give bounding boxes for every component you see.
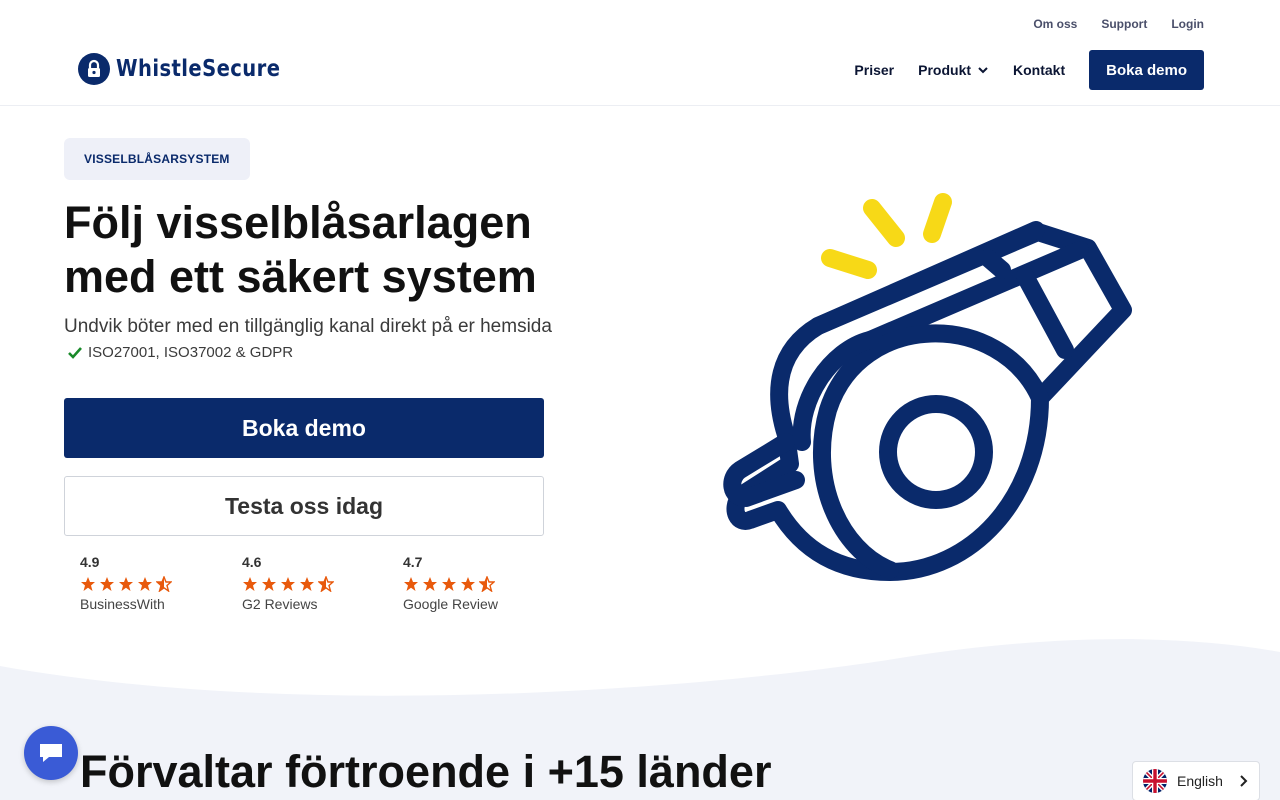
star-icon bbox=[119, 577, 133, 591]
rating-score: 4.9 bbox=[80, 554, 100, 570]
rating-google: 4.7 Google Review bbox=[403, 554, 498, 612]
rating-score: 4.6 bbox=[242, 554, 262, 570]
category-badge: VISSELBLÅSARSYSTEM bbox=[64, 138, 250, 180]
star-icon bbox=[318, 576, 334, 592]
book-demo-button[interactable]: Boka demo bbox=[64, 398, 544, 458]
star-icon bbox=[281, 577, 295, 591]
rating-source: Google Review bbox=[403, 596, 498, 612]
rating-stars bbox=[80, 576, 172, 592]
nav-kontakt-label: Kontakt bbox=[1013, 62, 1066, 78]
star-icon bbox=[404, 577, 418, 591]
hero-title-line2: med ett säkert system bbox=[64, 251, 537, 302]
star-icon bbox=[243, 577, 257, 591]
main-nav: Priser Produkt Kontakt Boka demo bbox=[854, 50, 1204, 90]
site-header: WhistleSecure Om oss Support Login Prise… bbox=[0, 0, 1280, 106]
whistle-illustration bbox=[723, 193, 1132, 581]
rating-score: 4.7 bbox=[403, 554, 423, 570]
language-selector[interactable]: English bbox=[1132, 761, 1260, 800]
link-login[interactable]: Login bbox=[1171, 17, 1204, 31]
header-demo-button[interactable]: Boka demo bbox=[1089, 50, 1204, 90]
header-demo-label: Boka demo bbox=[1106, 61, 1187, 79]
nav-produkt-label: Produkt bbox=[918, 62, 972, 78]
link-om-oss[interactable]: Om oss bbox=[1033, 17, 1077, 31]
link-support[interactable]: Support bbox=[1101, 17, 1147, 31]
section-title: Förvaltar förtroende i +15 länder bbox=[80, 746, 772, 797]
star-icon bbox=[442, 577, 456, 591]
chevron-right-icon bbox=[1240, 775, 1248, 787]
brand-name: WhistleSecure bbox=[116, 56, 281, 82]
try-us-button[interactable]: Testa oss idag bbox=[64, 476, 544, 536]
language-label: English bbox=[1177, 773, 1223, 789]
star-icon bbox=[461, 577, 475, 591]
hero-title: Följ visselblåsarlagen med ett säkert sy… bbox=[64, 196, 664, 304]
rating-stars bbox=[242, 576, 334, 592]
uk-flag-icon bbox=[1143, 769, 1167, 793]
chat-icon bbox=[40, 744, 62, 762]
star-icon bbox=[262, 577, 276, 591]
compliance-note: ISO27001, ISO37002 & GDPR bbox=[68, 344, 293, 361]
hero-title-line1: Följ visselblåsarlagen bbox=[64, 197, 532, 248]
compliance-text: ISO27001, ISO37002 & GDPR bbox=[88, 344, 294, 361]
rating-g2: 4.6 G2 Reviews bbox=[242, 554, 334, 612]
chevron-down-icon bbox=[978, 67, 988, 74]
rating-source: G2 Reviews bbox=[242, 596, 318, 612]
nav-kontakt[interactable]: Kontakt bbox=[1013, 62, 1065, 78]
rating-businesswith: 4.9 BusinessWith bbox=[80, 554, 172, 612]
rating-source: BusinessWith bbox=[80, 596, 165, 612]
nav-produkt[interactable]: Produkt bbox=[918, 62, 989, 78]
star-icon bbox=[300, 577, 314, 591]
star-icon bbox=[100, 577, 114, 591]
logo[interactable]: WhistleSecure bbox=[78, 53, 309, 85]
star-icon bbox=[156, 576, 172, 592]
nav-priser[interactable]: Priser bbox=[854, 62, 894, 78]
star-icon bbox=[423, 577, 437, 591]
hero-subtitle: Undvik böter med en tillgänglig kanal di… bbox=[64, 316, 552, 337]
rating-stars bbox=[403, 576, 498, 592]
chat-button[interactable] bbox=[24, 726, 78, 780]
star-icon bbox=[479, 576, 495, 592]
star-icon bbox=[81, 577, 95, 591]
check-icon bbox=[68, 346, 82, 359]
nav-priser-label: Priser bbox=[854, 62, 895, 78]
utility-nav: Om oss Support Login bbox=[1033, 17, 1204, 31]
star-icon bbox=[138, 577, 152, 591]
lock-icon bbox=[78, 53, 110, 85]
